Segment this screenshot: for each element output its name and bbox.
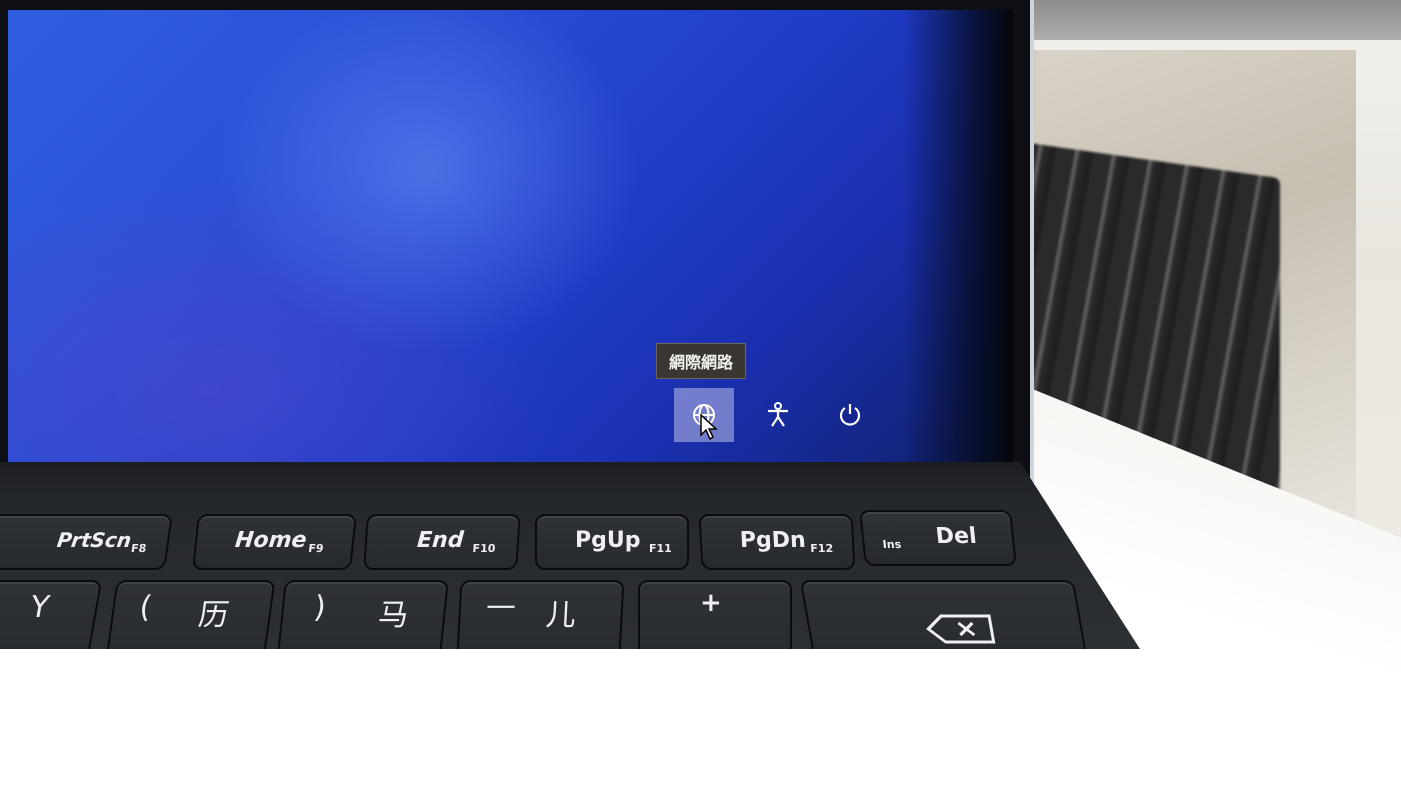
key-prtscn[interactable]: PrtScn F8 — [0, 514, 173, 570]
key-pgdn[interactable]: PgDn F12 — [698, 514, 856, 570]
accessibility-icon — [768, 402, 788, 427]
key-home[interactable]: Home F9 — [192, 514, 357, 570]
laptop-bezel: 網際網路 — [0, 0, 1034, 500]
network-tooltip: 網際網路 — [656, 343, 746, 379]
key-minus[interactable]: — 儿 — [455, 580, 625, 649]
keyboard-deck: PrtScn F8 Home F9 End F10 PgUp F11 PgDn … — [0, 462, 1140, 649]
key-backspace[interactable] — [799, 580, 1091, 649]
mouse-cursor-icon — [700, 414, 718, 440]
shelf-top — [1030, 0, 1401, 40]
key-pgup[interactable]: PgUp F11 — [535, 514, 689, 570]
accessibility-button[interactable] — [748, 388, 808, 442]
key-y[interactable]: Y — [0, 580, 103, 649]
screen-shadow — [903, 10, 1013, 465]
power-button[interactable] — [820, 388, 880, 442]
key-plus[interactable]: + — [638, 580, 792, 649]
key-del[interactable]: Ins Del — [859, 510, 1017, 566]
key-close-paren[interactable]: ) 马 — [275, 580, 449, 649]
backspace-icon — [926, 614, 996, 644]
login-screen: 網際網路 — [8, 10, 1013, 465]
power-icon — [839, 404, 861, 426]
key-end[interactable]: End F10 — [363, 514, 521, 570]
key-open-paren[interactable]: ( 历 — [103, 580, 276, 649]
